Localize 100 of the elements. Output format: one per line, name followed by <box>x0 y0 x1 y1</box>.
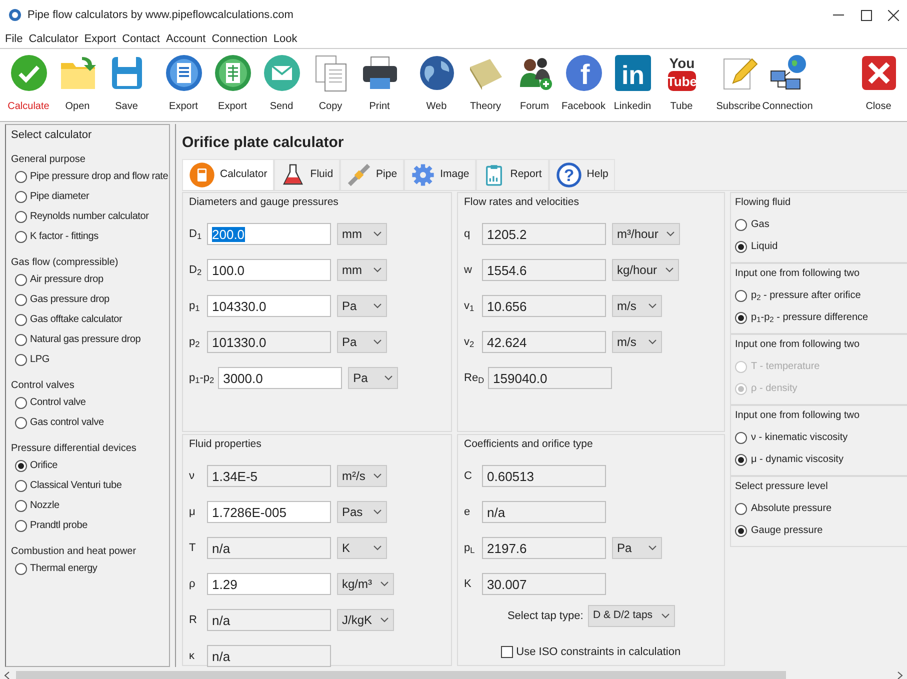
tap-type-dropdown[interactable]: D & D/2 taps <box>588 605 675 627</box>
option-label[interactable]: Liquid <box>751 239 778 254</box>
option-label[interactable]: Absolute pressure <box>751 501 832 516</box>
option-label[interactable]: Nozzle <box>30 498 60 513</box>
option-label[interactable]: Pipe pressure drop and flow rate <box>30 169 168 184</box>
tab[interactable]: Pipe <box>340 158 404 190</box>
input-field[interactable]: n/a <box>207 609 331 632</box>
menu-item[interactable]: File <box>5 30 23 48</box>
unit-dropdown[interactable]: kg/m³ <box>337 573 394 596</box>
option-label[interactable]: LPG <box>30 352 50 367</box>
radio-button[interactable] <box>735 218 747 230</box>
input-field[interactable]: 2197.6 <box>482 537 606 560</box>
input-field[interactable]: n/a <box>207 645 331 668</box>
option-label[interactable]: Control valve <box>30 395 86 410</box>
radio-button[interactable] <box>15 190 27 202</box>
input-field[interactable]: 104330.0 <box>207 295 331 318</box>
radio-button[interactable] <box>15 480 27 492</box>
radio-button[interactable] <box>735 240 747 252</box>
unit-dropdown[interactable]: m/s <box>612 331 662 354</box>
option-label[interactable]: p$_{2}$ - pressure after orifice <box>751 288 861 303</box>
option-label[interactable]: Gas pressure drop <box>30 292 110 307</box>
scroll-left-icon[interactable] <box>4 670 10 679</box>
radio-button[interactable] <box>15 170 27 182</box>
scrollbar-thumb[interactable] <box>16 670 786 679</box>
option-label[interactable]: Gas offtake calculator <box>30 312 122 327</box>
option-label[interactable]: Gauge pressure <box>751 523 823 538</box>
unit-dropdown[interactable]: Pas <box>337 501 387 524</box>
radio-button[interactable] <box>15 230 27 242</box>
option-label[interactable]: Orifice <box>30 458 58 473</box>
checkbox-label[interactable]: Use ISO constraints in calculation <box>516 644 681 660</box>
unit-dropdown[interactable]: Pa <box>348 367 398 390</box>
input-field[interactable]: n/a <box>207 537 331 560</box>
toolbar-button[interactable]: in Linkedin <box>610 53 655 121</box>
unit-dropdown[interactable]: m³/hour <box>612 223 680 246</box>
toolbar-button[interactable]: f Facebook <box>561 53 606 121</box>
unit-dropdown[interactable]: m/s <box>612 295 662 318</box>
input-field[interactable]: 10.656 <box>482 295 606 318</box>
option-label[interactable]: Gas <box>751 217 770 232</box>
input-field[interactable]: 0.60513 <box>482 465 606 488</box>
toolbar-button[interactable]: Close <box>856 53 901 121</box>
menu-item[interactable]: Account <box>166 30 206 48</box>
input-field[interactable]: 1.7286E-005 <box>207 501 331 524</box>
radio-button[interactable] <box>15 334 27 346</box>
toolbar-button[interactable]: Export <box>210 53 255 121</box>
toolbar-button[interactable]: Save <box>104 53 149 121</box>
menu-item[interactable]: Connection <box>212 30 268 48</box>
unit-dropdown[interactable]: mm <box>337 259 387 282</box>
option-label[interactable]: Air pressure drop <box>30 272 104 287</box>
input-field[interactable]: 1205.2 <box>482 223 606 246</box>
input-field[interactable]: 1.29 <box>207 573 331 596</box>
option-label[interactable]: Pipe diameter <box>30 189 90 204</box>
option-label[interactable]: K factor - fittings <box>30 229 98 244</box>
input-field[interactable]: n/a <box>482 501 606 524</box>
unit-dropdown[interactable]: J/kgK <box>337 609 394 632</box>
option-label[interactable]: Thermal energy <box>30 561 98 576</box>
toolbar-button[interactable]: Web <box>414 53 459 121</box>
radio-button[interactable] <box>15 460 27 472</box>
input-field[interactable]: 42.624 <box>482 331 606 354</box>
menu-item[interactable]: Look <box>273 30 298 48</box>
input-field[interactable]: 159040.0 <box>488 367 612 390</box>
unit-dropdown[interactable]: m²/s <box>337 465 388 488</box>
option-label[interactable]: Classical Venturi tube <box>30 478 122 493</box>
toolbar-button[interactable]: Copy <box>308 53 353 121</box>
toolbar-button[interactable]: You Tube Tube <box>659 53 704 121</box>
menu-item[interactable]: Export <box>84 30 116 48</box>
option-label[interactable]: Reynolds number calculator <box>30 209 149 224</box>
tab[interactable]: Calculator <box>182 158 274 190</box>
unit-dropdown[interactable]: Pa <box>337 331 387 354</box>
tab[interactable]: Report <box>476 158 549 190</box>
minimize-icon[interactable] <box>833 14 844 16</box>
radio-button[interactable] <box>15 520 27 532</box>
radio-button[interactable] <box>735 432 747 444</box>
input-field[interactable]: 1554.6 <box>482 259 606 282</box>
radio-button[interactable] <box>15 396 27 408</box>
radio-button[interactable] <box>15 314 27 326</box>
radio-button[interactable] <box>15 562 27 574</box>
input-field[interactable]: 100.0 <box>207 259 331 282</box>
radio-button[interactable] <box>735 524 747 536</box>
radio-button[interactable] <box>735 454 747 466</box>
radio-button[interactable] <box>15 274 27 286</box>
toolbar-button[interactable]: Subscribe <box>716 53 761 121</box>
toolbar-button[interactable]: Open <box>55 53 100 121</box>
option-label[interactable]: μ - dynamic viscosity <box>751 452 844 467</box>
radio-button[interactable] <box>15 210 27 222</box>
radio-button[interactable] <box>15 354 27 366</box>
radio-button[interactable] <box>735 312 747 324</box>
option-label[interactable]: p$_{1}$-p$_{2}$ - pressure difference <box>751 310 868 325</box>
checkbox[interactable] <box>501 646 514 658</box>
option-label[interactable]: Gas control valve <box>30 415 104 430</box>
input-field[interactable]: 30.007 <box>482 573 606 596</box>
radio-button[interactable] <box>15 500 27 512</box>
toolbar-button[interactable]: Calculate <box>6 53 51 121</box>
toolbar-button[interactable]: Theory <box>463 53 508 121</box>
option-label[interactable]: ν - kinematic viscosity <box>751 430 848 445</box>
unit-dropdown[interactable]: mm <box>337 223 387 246</box>
input-field[interactable]: 1.34E-5 <box>207 465 331 488</box>
radio-button[interactable] <box>15 294 27 306</box>
scroll-right-icon[interactable] <box>897 670 903 679</box>
option-label[interactable]: Natural gas pressure drop <box>30 332 141 347</box>
toolbar-button[interactable]: Print <box>357 53 402 121</box>
